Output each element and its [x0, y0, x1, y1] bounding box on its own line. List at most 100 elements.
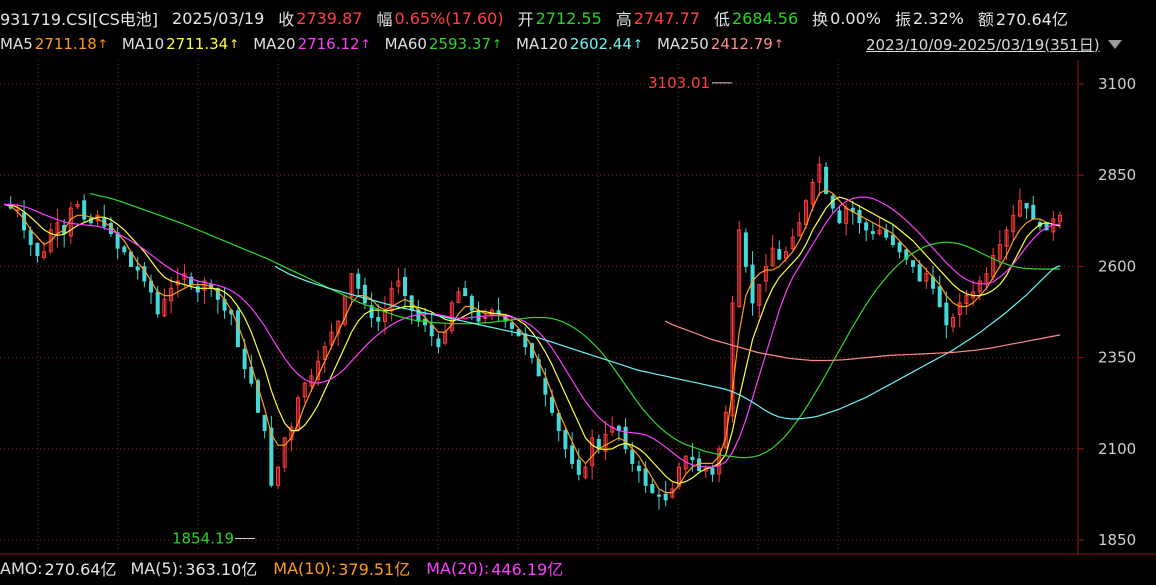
- ma-legend-value: 2711.18: [34, 35, 97, 53]
- ma-legend-ma20: MA20 2716.12 ↑: [253, 35, 370, 53]
- ma-legend-ma60: MA60 2593.37 ↑: [385, 35, 502, 53]
- y-tick-label: 2850: [1098, 166, 1136, 184]
- candle-body: [108, 222, 113, 235]
- up-arrow-icon: ↑: [229, 37, 240, 51]
- candle-body: [864, 222, 869, 231]
- candle-body: [697, 458, 702, 472]
- candle-body: [743, 232, 748, 267]
- amo-row: AMO: 270.64亿 MA(5): 363.10亿 MA(10): 379.51亿…: [0, 556, 577, 580]
- candle-body: [242, 348, 247, 370]
- candle-body: [937, 286, 942, 308]
- ma-legend-value: 2412.79: [710, 35, 773, 53]
- up-arrow-icon: ↑: [360, 37, 371, 51]
- candle-body: [596, 438, 601, 450]
- y-tick-label: 2350: [1098, 349, 1136, 367]
- candle-body: [650, 483, 655, 494]
- ma-legend-label: MA10: [121, 35, 165, 53]
- amount: 额 270.64亿: [977, 10, 1068, 29]
- ma-legend-value: 2593.37: [428, 35, 491, 53]
- date-range-selector[interactable]: 2023/10/09-2025/03/19(351日): [866, 33, 1122, 55]
- candle-body: [356, 273, 361, 289]
- candle-body: [463, 288, 468, 297]
- candle-body: [135, 266, 140, 271]
- candle-body: [403, 276, 408, 297]
- candle-body: [917, 264, 922, 282]
- candle-body: [362, 284, 367, 304]
- ma-legend-label: MA5: [0, 35, 33, 53]
- candle-body: [543, 378, 548, 395]
- ma-legend-label: MA20: [253, 35, 296, 53]
- index-code: 931719.CSI[CS电池]: [0, 10, 159, 29]
- candle-body: [1031, 204, 1036, 220]
- candle-body: [663, 493, 668, 501]
- candle-body: [690, 456, 695, 461]
- ma10-line: [3, 196, 1061, 485]
- dropdown-caret-icon[interactable]: [1107, 39, 1122, 49]
- chart-app: 931719.CSI[CS电池] 2025/03/19 收 2739.87 幅 0.…: [0, 0, 1156, 585]
- date-range-text[interactable]: 2023/10/09-2025/03/19(351日): [866, 34, 1100, 55]
- quote-info-row: 931719.CSI[CS电池] 2025/03/19 收 2739.87 幅 0.…: [0, 6, 1082, 30]
- y-tick-label: 2600: [1098, 257, 1136, 275]
- candle-body: [509, 322, 514, 329]
- ma-legend-value: 2602.44: [569, 35, 632, 53]
- candle-body: [155, 291, 160, 315]
- ma-legend-label: MA120: [516, 35, 568, 53]
- candle-body: [636, 465, 641, 472]
- candle-body: [643, 468, 648, 486]
- amo-ma5: MA(5): 363.10亿: [130, 558, 258, 580]
- turnover-rate: 换 0.00%: [812, 8, 881, 30]
- close-price: 收 2739.87: [278, 8, 363, 30]
- low-price: 低 2684.56: [713, 8, 799, 30]
- candle-body: [630, 449, 635, 464]
- ma-legend-label: MA250: [656, 35, 709, 53]
- candle-body: [656, 494, 661, 497]
- ma-legend-label: MA60: [384, 35, 427, 53]
- candle-body: [262, 414, 267, 432]
- ma-legend-ma250: MA250 2412.79 ↑: [657, 35, 784, 53]
- up-arrow-icon: ↑: [491, 37, 503, 51]
- amo-value: AMO: 270.64亿: [0, 558, 117, 580]
- ma60-line: [89, 192, 1060, 459]
- candle-body: [710, 467, 715, 475]
- candle-body: [777, 249, 782, 260]
- ma-legend-value: 2711.34: [166, 35, 229, 53]
- up-arrow-icon: ↑: [632, 37, 643, 51]
- candle-body: [28, 230, 33, 246]
- y-tick-label: 2100: [1098, 440, 1136, 458]
- candle-body: [469, 295, 474, 311]
- candle-body: [576, 459, 581, 475]
- ma-legend-ma5: MA5 2711.18 ↑: [0, 35, 108, 53]
- candle-body: [82, 200, 87, 220]
- candle-body: [944, 302, 949, 326]
- candle-body: [897, 242, 902, 253]
- ma-legend-value: 2716.12: [297, 35, 360, 53]
- y-tick-label: 1850: [1098, 531, 1136, 549]
- ma5-line: [3, 189, 1061, 494]
- min-annotation: 1854.19: [172, 529, 234, 547]
- candle-body: [910, 260, 915, 267]
- ma-legend-row: MA5 2711.18 ↑ MA10 2711.34 ↑ MA20 2716.12 ↑ MA60 2…: [0, 33, 798, 55]
- candle-body: [436, 338, 441, 348]
- candle-body: [550, 397, 555, 413]
- ma-legend-ma10: MA10 2711.34 ↑: [122, 35, 239, 53]
- candle-body: [837, 210, 842, 224]
- ma-legend-ma120: MA120 2602.44 ↑: [516, 35, 643, 53]
- kline-chart[interactable]: 3100 2850 2600 2350 2100 1850 3103.01 1854.19: [0, 60, 1156, 555]
- candle-body: [623, 426, 628, 450]
- candle-body: [890, 234, 895, 246]
- candle-body: [570, 445, 575, 464]
- ma250-line: [664, 320, 1061, 362]
- candle-body: [563, 430, 568, 450]
- quote-date: 2025/03/19: [172, 8, 265, 28]
- open-price: 开 2712.55: [517, 8, 602, 30]
- up-arrow-icon: ↑: [97, 37, 108, 51]
- candle-body: [376, 316, 381, 322]
- amplitude: 振 2.32%: [894, 8, 964, 30]
- candle-body: [122, 246, 127, 253]
- y-tick-label: 3100: [1098, 75, 1136, 93]
- candle-body: [483, 316, 488, 319]
- candle-body: [870, 231, 875, 235]
- change-percent: 幅 0.65%(17.60): [376, 8, 504, 30]
- max-annotation: 3103.01: [648, 74, 710, 92]
- high-price: 高 2747.77: [615, 8, 700, 30]
